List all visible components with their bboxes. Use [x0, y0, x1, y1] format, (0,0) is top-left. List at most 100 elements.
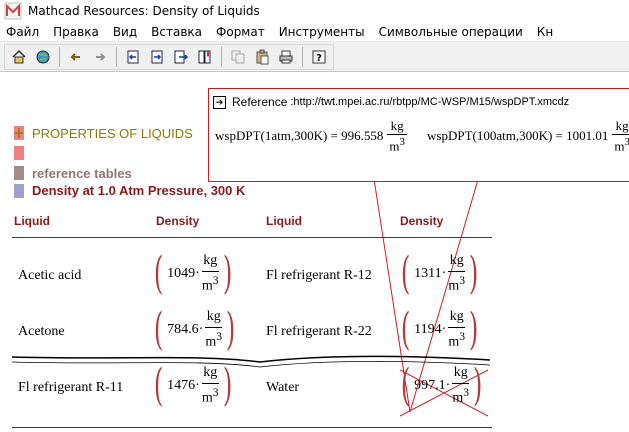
unit-numerator: kg: [203, 253, 218, 269]
header-divider: [12, 237, 492, 238]
table-bottom-divider: [12, 427, 492, 428]
liquid-name: Water: [266, 380, 300, 395]
unit-denominator: m3: [201, 383, 219, 406]
density-value[interactable]: ( 1476· kg m3 ): [150, 364, 236, 408]
liquid-name: Fl refrigerant R-11: [18, 380, 124, 395]
toolbar-separator: [221, 46, 222, 67]
unit-exponent: 3: [624, 136, 629, 148]
toolbar-group: ?: [4, 43, 334, 70]
paste-icon[interactable]: [251, 46, 273, 68]
unit-denominator: m3: [452, 383, 470, 406]
unit-numerator: kg: [449, 309, 464, 325]
unit-denominator: m3: [612, 134, 629, 152]
reference-header: ➔ Reference :http://twt.mpei.ac.ru/rbtpp…: [213, 95, 569, 109]
menu-format[interactable]: Формат: [209, 25, 272, 39]
unit-denominator-base: m: [205, 334, 217, 350]
unit-exponent: 3: [399, 136, 405, 148]
unit-denominator-base: m: [201, 390, 213, 406]
reference-url[interactable]: :http://twt.mpei.ac.ru/rbtpp/MC-WSP/M15/…: [290, 96, 569, 108]
formula-100atm-unit: kg m3: [612, 119, 629, 152]
menu-file[interactable]: Файл: [0, 25, 46, 39]
density-number: 1311·: [414, 266, 447, 281]
back-arrow-icon[interactable]: [65, 46, 87, 68]
reference-region[interactable]: ➔ Reference :http://twt.mpei.ac.ru/rbtpp…: [208, 88, 629, 182]
expand-cross-icon[interactable]: [14, 126, 24, 140]
unit-denominator-base: m: [452, 390, 464, 406]
unit-exponent: 3: [463, 386, 470, 400]
menu-insert[interactable]: Вставка: [144, 25, 209, 39]
menu-symbolics[interactable]: Символьные операции: [372, 25, 530, 39]
nav-next-icon[interactable]: [170, 46, 192, 68]
col-header-density-1: Density: [156, 214, 200, 228]
menu-edit[interactable]: Правка: [46, 25, 106, 39]
menu-bar: Файл Правка Вид Вставка Формат Инструмен…: [0, 22, 629, 42]
unit-numerator: kg: [615, 118, 629, 133]
density-unit: kg m3: [452, 365, 470, 406]
formula-1atm[interactable]: wspDPT(1atm,300K) = 996.558 kg m3: [215, 119, 407, 152]
nav-in-icon[interactable]: [146, 46, 168, 68]
liquid-name: Fl refrigerant R-22: [266, 324, 372, 339]
region-marker-lavender: [14, 184, 24, 198]
bookmark-icon[interactable]: [194, 46, 216, 68]
reference-label: Reference: [232, 95, 288, 109]
unit-denominator-base: m: [614, 138, 625, 154]
unit-denominator-base: m: [448, 278, 460, 294]
region-marker-taupe: [14, 166, 24, 180]
menu-view[interactable]: Вид: [106, 25, 144, 39]
density-value[interactable]: ( 1049· kg m3 ): [150, 252, 236, 296]
liquid-name: Fl refrigerant R-12: [266, 268, 372, 283]
mathcad-app-icon[interactable]: [4, 2, 22, 20]
unit-exponent: 3: [459, 330, 466, 344]
unit-denominator: m3: [387, 134, 407, 152]
liquid-name: Acetone: [18, 324, 65, 339]
liquid-name: Acetic acid: [18, 268, 82, 283]
home-icon[interactable]: [8, 46, 30, 68]
unit-exponent: 3: [216, 330, 223, 344]
unit-numerator: kg: [390, 118, 404, 133]
formula-1atm-unit: kg m3: [387, 119, 407, 152]
nav-first-icon[interactable]: [122, 46, 144, 68]
toolbar-separator: [302, 46, 303, 67]
toolbar-separator: [116, 46, 117, 67]
title-bar: Mathcad Resources: Density of Liquids: [0, 0, 629, 22]
unit-numerator: kg: [453, 365, 468, 381]
density-unit: kg m3: [448, 253, 466, 294]
density-unit: kg m3: [201, 365, 219, 406]
unit-denominator: m3: [448, 271, 466, 294]
formula-100atm[interactable]: wspDPT(100atm,300K) = 1001.01 kg m3: [427, 119, 629, 152]
col-header-liquid-1: Liquid: [14, 214, 50, 228]
density-title: Density at 1.0 Atm Pressure, 300 K: [32, 183, 246, 198]
density-number: 997.1·: [414, 378, 451, 393]
density-value[interactable]: ( 1194· kg m3 ): [397, 308, 482, 352]
help-icon[interactable]: ?: [308, 46, 330, 68]
print-icon[interactable]: [275, 46, 297, 68]
reference-tables-heading[interactable]: reference tables: [32, 166, 132, 181]
worksheet-area[interactable]: ➔ Reference :http://twt.mpei.ac.ru/rbtpp…: [0, 72, 629, 432]
unit-denominator: m3: [205, 327, 223, 350]
density-value[interactable]: ( 997.1· kg m3 ): [397, 364, 486, 408]
unit-denominator-base: m: [389, 138, 400, 154]
density-number: 1194·: [414, 322, 447, 337]
density-unit: kg m3: [448, 309, 466, 350]
density-value[interactable]: ( 1311· kg m3 ): [397, 252, 482, 296]
menu-tools[interactable]: Инструменты: [272, 25, 372, 39]
globe-icon[interactable]: [32, 46, 54, 68]
unit-denominator: m3: [201, 271, 219, 294]
unit-numerator: kg: [206, 309, 221, 325]
unit-denominator: m3: [448, 327, 466, 350]
unit-exponent: 3: [212, 274, 219, 288]
forward-arrow-icon[interactable]: [89, 46, 111, 68]
hyperlink-arrow-icon[interactable]: ➔: [213, 95, 226, 109]
density-number: 1476·: [167, 378, 200, 393]
unit-exponent: 3: [212, 386, 219, 400]
toolbar-separator: [59, 46, 60, 67]
formula-1atm-expr: wspDPT(1atm,300K) = 996.558: [215, 127, 384, 143]
resources-toolbar: ?: [0, 42, 629, 72]
properties-heading[interactable]: PROPERTIES OF LIQUIDS: [32, 126, 193, 141]
copy-icon[interactable]: [227, 46, 249, 68]
unit-numerator: kg: [203, 365, 218, 381]
formula-100atm-expr: wspDPT(100atm,300K) = 1001.01: [427, 127, 609, 143]
density-value[interactable]: ( 784.6· kg m3 ): [150, 308, 239, 352]
unit-numerator: kg: [449, 253, 464, 269]
menu-books[interactable]: Кн: [530, 25, 560, 39]
